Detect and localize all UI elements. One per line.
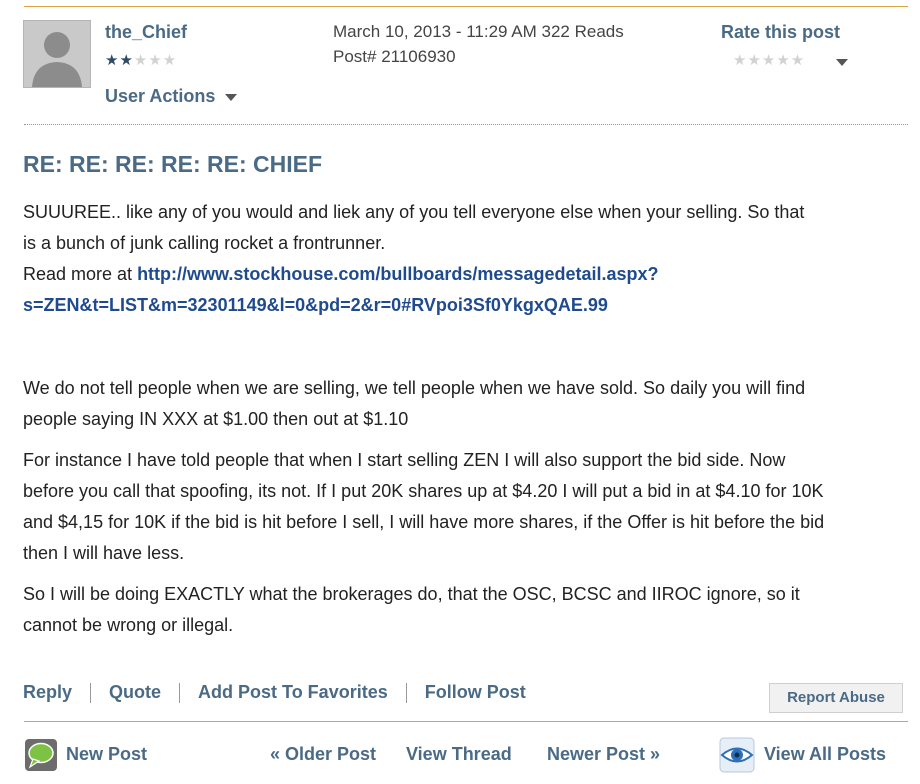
post-actions: Reply Quote Add Post To Favorites Follow… [23, 682, 526, 703]
read-more-link[interactable]: s=ZEN&t=LIST&m=32301149&l=0&pd=2&r=0#RVp… [23, 295, 608, 315]
quote-link[interactable]: Quote [109, 682, 161, 703]
user-actions-dropdown[interactable]: User Actions [105, 86, 238, 107]
older-post-link[interactable]: « Older Post [270, 744, 376, 765]
footer-divider [24, 721, 908, 722]
report-abuse-button[interactable]: Report Abuse [769, 683, 903, 713]
read-more-prefix: Read more at [23, 264, 138, 284]
separator [405, 682, 407, 703]
new-post-link[interactable]: New Post [66, 744, 147, 765]
chevron-down-icon [225, 93, 238, 101]
author-name[interactable]: the_Chief [105, 22, 187, 43]
speech-bubble-icon[interactable] [24, 738, 58, 772]
user-actions-label: User Actions [105, 86, 216, 106]
paragraph-line: For instance I have told people that whe… [23, 450, 786, 470]
read-more-line: s=ZEN&t=LIST&m=32301149&l=0&pd=2&r=0#RVp… [23, 290, 908, 321]
post-date-reads: March 10, 2013 - 11:29 AM 322 Reads [333, 22, 624, 41]
paragraph-line: cannot be wrong or illegal. [23, 615, 234, 635]
read-more-link[interactable]: http://www.stockhouse.com/bullboards/mes… [137, 264, 658, 284]
eye-icon[interactable] [719, 737, 755, 773]
rate-post-label: Rate this post [721, 22, 841, 42]
user-silhouette-icon [24, 21, 90, 87]
add-to-favorites-link[interactable]: Add Post To Favorites [198, 682, 388, 703]
avatar[interactable] [23, 20, 91, 88]
post-number: Post# 21106930 [333, 47, 456, 66]
post-title: RE: RE: RE: RE: RE: CHIEF [23, 151, 322, 177]
rate-post-stars[interactable]: ★★★★★ [733, 51, 805, 69]
newer-post-link[interactable]: Newer Post » [547, 744, 660, 765]
paragraph-line: people saying IN XXX at $1.00 then out a… [23, 409, 409, 429]
separator [90, 682, 92, 703]
paragraph-line: before you call that spoofing, its not. … [23, 481, 824, 501]
view-thread-link[interactable]: View Thread [406, 744, 512, 765]
paragraph-line: So I will be doing EXACTLY what the brok… [23, 584, 800, 604]
separator [179, 682, 181, 703]
view-all-posts-link[interactable]: View All Posts [764, 744, 886, 765]
reply-link[interactable]: Reply [23, 682, 72, 703]
read-more-line: Read more at http://www.stockhouse.com/b… [23, 259, 908, 290]
chevron-down-icon[interactable] [836, 59, 848, 66]
paragraph-line: We do not tell people when we are sellin… [23, 378, 806, 398]
paragraph-line: and $4,15 for 10K if the bid is hit befo… [23, 512, 825, 532]
header-divider [24, 124, 908, 125]
author-rating-stars: ★★★★★ [105, 52, 178, 69]
post-body: SUUUREE.. like any of you would and liek… [23, 197, 908, 641]
paragraph-line: is a bunch of junk calling rocket a fron… [23, 233, 386, 253]
follow-post-link[interactable]: Follow Post [425, 682, 526, 703]
paragraph-line: SUUUREE.. like any of you would and liek… [23, 202, 805, 222]
top-divider [24, 6, 908, 7]
paragraph-line: then I will have less. [23, 543, 185, 563]
